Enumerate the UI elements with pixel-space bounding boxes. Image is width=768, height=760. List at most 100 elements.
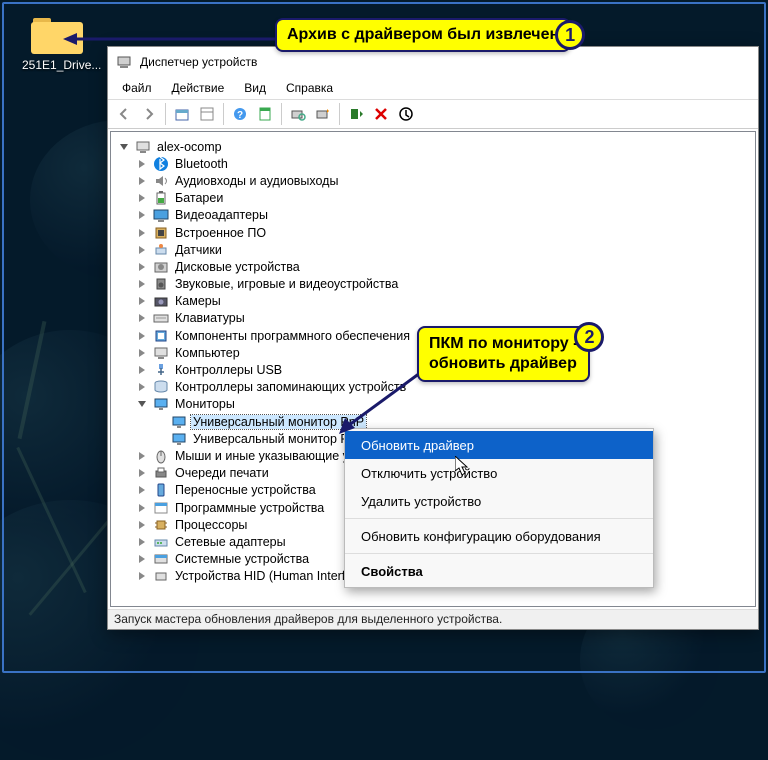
tree-twisty-icon[interactable] [135, 191, 149, 205]
toolbar-update-driver-button[interactable] [344, 102, 368, 126]
callout-1-text: Архив с драйвером был извлечен [287, 26, 559, 43]
tree-twisty-icon[interactable] [135, 363, 149, 377]
toolbar: ? [108, 99, 758, 129]
toolbar-separator [281, 103, 282, 125]
monitor-icon [171, 431, 187, 447]
tree-category-node[interactable]: Встроенное ПО [117, 224, 755, 241]
tree-category-node[interactable]: Датчики [117, 241, 755, 258]
tree-node-label: Встроенное ПО [173, 226, 268, 240]
tree-node-label: Компоненты программного обеспечения [173, 329, 412, 343]
printer-icon [153, 465, 169, 481]
tree-root-node[interactable]: alex-ocomp [117, 138, 755, 155]
menu-action[interactable]: Действие [164, 80, 233, 96]
toolbar-back-button[interactable] [112, 102, 136, 126]
toolbar-forward-button[interactable] [137, 102, 161, 126]
tree-twisty-icon[interactable] [135, 483, 149, 497]
tree-twisty-icon[interactable] [135, 518, 149, 532]
tree-twisty-icon[interactable] [135, 174, 149, 188]
toolbar-uninstall-button[interactable] [394, 102, 418, 126]
menu-view[interactable]: Вид [236, 80, 274, 96]
tree-category-node[interactable]: Дисковые устройства [117, 258, 755, 275]
menu-help[interactable]: Справка [278, 80, 341, 96]
tree-twisty-icon[interactable] [135, 329, 149, 343]
tree-category-node[interactable]: Звуковые, игровые и видеоустройства [117, 276, 755, 293]
component-icon [153, 328, 169, 344]
tree-twisty-icon[interactable] [135, 535, 149, 549]
toolbar-separator [223, 103, 224, 125]
menu-file[interactable]: Файл [114, 80, 160, 96]
tree-twisty-icon[interactable] [135, 449, 149, 463]
context-menu-disable-device[interactable]: Отключить устройство [345, 459, 653, 487]
tree-node-label: Мониторы [173, 397, 237, 411]
tree-node-label: Универсальный монитор PnP [191, 415, 366, 429]
context-menu-remove-device[interactable]: Удалить устройство [345, 487, 653, 515]
toolbar-scan-button[interactable] [286, 102, 310, 126]
toolbar-show-hidden-button[interactable] [195, 102, 219, 126]
tree-twisty-icon[interactable] [135, 380, 149, 394]
chip-icon [153, 225, 169, 241]
tree-twisty-icon[interactable] [135, 294, 149, 308]
tree-node-label: Клавиатуры [173, 311, 247, 325]
tree-node-label: Датчики [173, 243, 224, 257]
tree-twisty-icon[interactable] [135, 552, 149, 566]
toolbar-help-button[interactable]: ? [228, 102, 252, 126]
tree-node-label: Процессоры [173, 518, 249, 532]
tree-twisty-icon[interactable] [153, 415, 167, 429]
software-icon [153, 500, 169, 516]
tree-node-label: Камеры [173, 294, 223, 308]
tree-category-node[interactable]: Мониторы [117, 396, 755, 413]
tree-twisty-icon[interactable] [135, 346, 149, 360]
tree-twisty-icon[interactable] [135, 208, 149, 222]
toolbar-add-legacy-button[interactable] [311, 102, 335, 126]
tree-category-node[interactable]: Аудиовходы и аудиовыходы [117, 172, 755, 189]
context-menu-update-driver[interactable]: Обновить драйвер [345, 431, 653, 459]
cpu-icon [153, 517, 169, 533]
status-bar: Запуск мастера обновления драйверов для … [108, 609, 758, 629]
portable-icon [153, 482, 169, 498]
desktop-folder[interactable]: 251E1_Drive... [22, 14, 92, 72]
toolbar-separator [339, 103, 340, 125]
tree-node-label: Bluetooth [173, 157, 230, 171]
tree-category-node[interactable]: Bluetooth [117, 155, 755, 172]
tree-category-node[interactable]: Камеры [117, 293, 755, 310]
sound-icon [153, 276, 169, 292]
tree-category-node[interactable]: Клавиатуры [117, 310, 755, 327]
context-menu-scan-hardware[interactable]: Обновить конфигурацию оборудования [345, 522, 653, 550]
tree-twisty-icon[interactable] [135, 311, 149, 325]
folder-icon [31, 14, 83, 54]
tree-twisty-icon[interactable] [135, 501, 149, 515]
desktop-folder-label: 251E1_Drive... [22, 58, 92, 72]
tree-twisty-icon[interactable] [135, 569, 149, 583]
tree-twisty-icon[interactable] [117, 140, 131, 154]
tree-twisty-icon[interactable] [135, 466, 149, 480]
cursor-icon [455, 456, 470, 476]
tree-node-label: Видеоадаптеры [173, 208, 270, 222]
monitor-icon [153, 396, 169, 412]
tree-twisty-icon[interactable] [135, 277, 149, 291]
system-icon [153, 551, 169, 567]
usb-icon [153, 362, 169, 378]
toolbar-properties-button[interactable] [253, 102, 277, 126]
toolbar-disable-button[interactable] [369, 102, 393, 126]
tree-node-label: Звуковые, игровые и видеоустройства [173, 277, 400, 291]
device-manager-icon [116, 54, 132, 70]
tree-node-label: alex-ocomp [155, 140, 224, 154]
toolbar-separator [165, 103, 166, 125]
tree-category-node[interactable]: Видеоадаптеры [117, 207, 755, 224]
toolbar-up-button[interactable] [170, 102, 194, 126]
monitor-icon [171, 414, 187, 430]
menu-bar: Файл Действие Вид Справка [108, 77, 758, 99]
tree-twisty-icon[interactable] [135, 226, 149, 240]
context-menu-properties[interactable]: Свойства [345, 557, 653, 585]
storage-icon [153, 379, 169, 395]
tree-twisty-icon[interactable] [153, 432, 167, 446]
tree-twisty-icon[interactable] [135, 260, 149, 274]
display-icon [153, 207, 169, 223]
pc-icon [153, 345, 169, 361]
tree-category-node[interactable]: Батареи [117, 190, 755, 207]
tree-twisty-icon[interactable] [135, 243, 149, 257]
tree-twisty-icon[interactable] [135, 397, 149, 411]
tree-twisty-icon[interactable] [135, 157, 149, 171]
bluetooth-icon [153, 156, 169, 172]
svg-text:?: ? [237, 110, 243, 121]
